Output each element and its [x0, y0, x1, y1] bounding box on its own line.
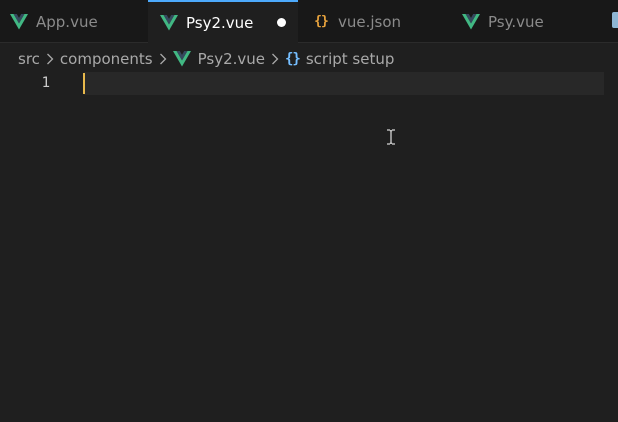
- breadcrumb-item-components[interactable]: components: [60, 50, 153, 68]
- vue-icon: [10, 13, 28, 31]
- chevron-right-icon: [46, 53, 54, 65]
- text-caret: [83, 73, 85, 94]
- code-editor[interactable]: 1: [0, 70, 618, 422]
- breadcrumb: src components Psy2.vue {} script setup: [18, 48, 394, 70]
- vue-icon: [172, 51, 191, 67]
- current-line-highlight: [84, 72, 604, 95]
- unsaved-dot-icon[interactable]: [277, 18, 287, 27]
- chevron-right-icon: [271, 53, 279, 65]
- line-number: 1: [41, 75, 50, 91]
- tab-label: Psy2.vue: [186, 13, 254, 32]
- symbol-braces-icon: {}: [285, 51, 301, 67]
- json-braces-icon: {}: [314, 14, 329, 29]
- tab-label: vue.json: [338, 12, 402, 31]
- tab-label: Psy.vue: [488, 12, 544, 31]
- vue-icon: [462, 13, 480, 31]
- tab-psy-vue[interactable]: Psy.vue: [462, 0, 602, 43]
- breadcrumb-item-symbol[interactable]: script setup: [306, 50, 395, 68]
- breadcrumb-item-src[interactable]: src: [18, 50, 40, 68]
- breadcrumb-item-file[interactable]: Psy2.vue: [198, 50, 265, 68]
- vue-icon: [160, 14, 178, 32]
- tab-vue-json[interactable]: {} vue.json: [312, 0, 452, 43]
- tab-psy2-vue[interactable]: Psy2.vue: [148, 0, 298, 44]
- overflow-tab-icon[interactable]: [612, 12, 618, 28]
- chevron-right-icon: [159, 53, 167, 65]
- tab-app-vue[interactable]: App.vue: [10, 0, 148, 43]
- text-cursor-icon: [386, 129, 396, 145]
- editor-window: App.vue Psy2.vue {} vue.json Psy.vue src…: [0, 0, 618, 422]
- tab-label: App.vue: [36, 12, 98, 31]
- tab-bar: App.vue Psy2.vue {} vue.json Psy.vue: [0, 0, 618, 44]
